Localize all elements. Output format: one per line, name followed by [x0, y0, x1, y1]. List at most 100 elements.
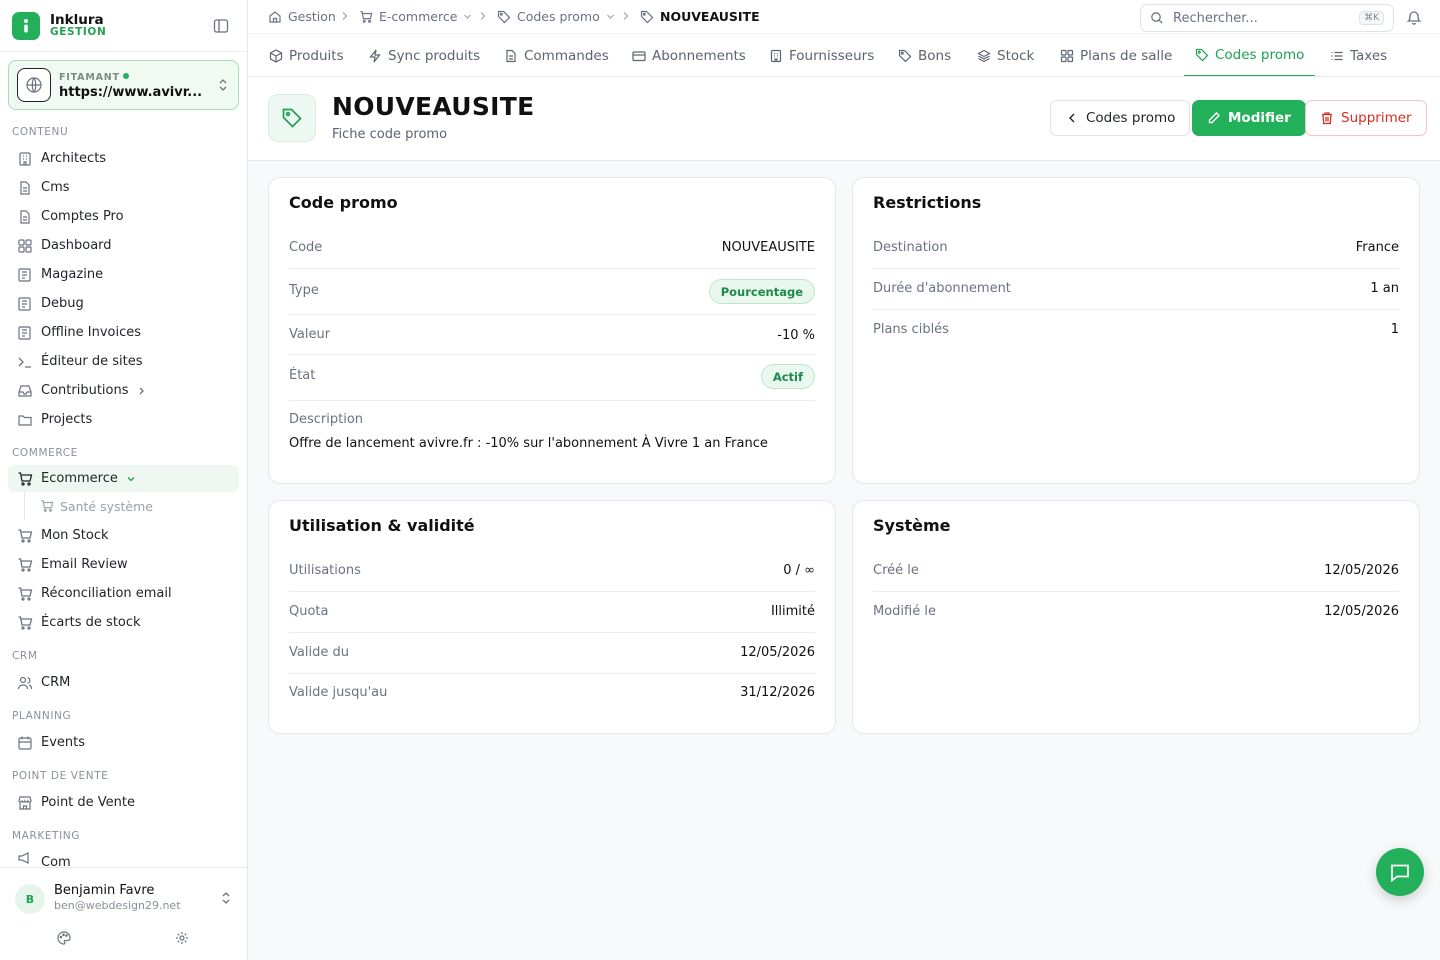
tab-fournisseurs[interactable]: Fournisseurs	[769, 34, 874, 76]
home-icon	[269, 10, 281, 23]
tab-stock[interactable]: Stock	[977, 34, 1034, 76]
tag-icon	[640, 10, 654, 23]
module-tabs: Produits Sync produits Commandes Abonnem…	[248, 34, 1440, 77]
chevrons-updown-icon	[222, 892, 230, 904]
sidebar-item-cms[interactable]: Cms	[8, 174, 239, 201]
sidebar-item-ecommerce[interactable]: Ecommerce	[8, 465, 239, 492]
sidebar-item-pdv[interactable]: Point de Vente	[8, 789, 239, 816]
field-uses: Utilisations 0 / ∞	[289, 551, 815, 592]
sidebar-item-label: Mon Stock	[41, 528, 109, 543]
sidebar-item-architects[interactable]: Architects	[8, 145, 239, 172]
tab-sync-produits[interactable]: Sync produits	[368, 34, 480, 76]
bell-icon[interactable]	[1406, 9, 1422, 25]
tag-icon	[497, 10, 511, 23]
sidebar-item-events[interactable]: Events	[8, 729, 239, 756]
sidebar-item-projects[interactable]: Projects	[8, 406, 239, 433]
field-label: État	[289, 368, 316, 383]
chat-button[interactable]	[1376, 848, 1424, 896]
palette-icon[interactable]	[57, 931, 71, 945]
field-value: 12/05/2026	[1324, 604, 1399, 619]
field-valid-from: Valide du 12/05/2026	[289, 633, 815, 674]
brand-logo	[12, 11, 40, 40]
field-value: France	[1355, 240, 1399, 255]
back-button[interactable]: Codes promo	[1050, 100, 1191, 136]
building-icon	[19, 151, 31, 166]
tab-abonnements[interactable]: Abonnements	[632, 34, 746, 76]
field-label: Code	[289, 240, 323, 255]
field-created: Créé le 12/05/2026	[873, 551, 1399, 592]
sidebar-item-label: Magazine	[41, 267, 104, 282]
sidebar-item-ecarts[interactable]: Écarts de stock	[8, 609, 239, 636]
tab-bons[interactable]: Bons	[898, 34, 951, 76]
inbox-icon	[18, 384, 32, 397]
tab-taxes[interactable]: Taxes	[1330, 34, 1387, 76]
megaphone-icon	[18, 852, 29, 864]
user-menu[interactable]: B Benjamin Favre ben@webdesign29.net	[0, 867, 247, 960]
sidebar-item-magazine[interactable]: Magazine	[8, 261, 239, 288]
edit-button[interactable]: Modifier	[1192, 100, 1306, 136]
sidebar-item-sante[interactable]: Santé système	[40, 494, 153, 518]
brand-sub: GESTION	[50, 26, 107, 39]
tab-codes-promo[interactable]: Codes promo	[1184, 34, 1316, 76]
tab-commandes[interactable]: Commandes	[504, 34, 609, 76]
delete-button[interactable]: Supprimer	[1305, 100, 1427, 136]
layers-icon	[977, 49, 991, 62]
sidebar-item-comptes-pro[interactable]: Comptes Pro	[8, 203, 239, 230]
site-switcher[interactable]: FITAMANT https://www.avivr...	[8, 60, 239, 110]
tab-plans-de-salle[interactable]: Plans de salle	[1060, 34, 1172, 76]
calendar-icon	[18, 736, 32, 750]
cart-icon	[41, 500, 54, 512]
trash-icon	[1322, 112, 1332, 125]
search-shortcut: ⌘K	[1359, 11, 1384, 25]
sidebar-item-dashboard[interactable]: Dashboard	[8, 232, 239, 259]
file-icon	[20, 209, 30, 224]
terminal-icon	[18, 357, 31, 368]
field-valid-to: Valide jusqu'au 31/12/2026	[289, 673, 815, 714]
sidebar-item-mon-stock[interactable]: Mon Stock	[8, 522, 239, 549]
sidebar-item-editeur[interactable]: Éditeur de sites	[8, 348, 239, 375]
field-label: Quota	[289, 604, 329, 619]
gear-icon[interactable]	[175, 931, 189, 945]
breadcrumb-gestion[interactable]: Gestion	[268, 9, 336, 24]
file-icon	[506, 49, 516, 62]
chevron-right-icon	[623, 12, 629, 20]
cart-icon	[18, 528, 33, 543]
sidebar-item-contributions[interactable]: Contributions	[8, 377, 239, 404]
message-icon	[1391, 864, 1409, 883]
brand: Inklura GESTION	[0, 0, 247, 52]
sidebar-item-offline-invoices[interactable]: Offline Invoices	[8, 319, 239, 346]
breadcrumb-current: NOUVEAUSITE	[640, 9, 760, 24]
card-title: Code promo	[289, 193, 398, 212]
sidebar-item-label: Réconciliation email	[41, 586, 172, 601]
card-title: Utilisation & validité	[289, 516, 475, 535]
box-icon	[269, 48, 283, 63]
sidebar-item-reconciliation[interactable]: Réconciliation email	[8, 580, 239, 607]
sidebar-item-com[interactable]: Com	[8, 849, 239, 867]
cart-icon	[18, 615, 33, 630]
sidebar-item-label: Ecommerce	[41, 471, 118, 486]
chevron-down-icon	[606, 14, 614, 19]
field-label: Type	[289, 283, 319, 298]
restrictions-card: Restrictions Destination France Durée d'…	[852, 177, 1420, 484]
breadcrumb-ecommerce[interactable]: E-commerce	[359, 9, 472, 24]
field-type: Type Pourcentage	[289, 269, 815, 315]
card-title: Restrictions	[873, 193, 982, 212]
tag-icon	[898, 49, 912, 62]
search-input[interactable]: Rechercher... ⌘K	[1140, 4, 1394, 32]
sidebar-item-crm[interactable]: CRM	[8, 669, 239, 696]
newspaper-icon	[18, 296, 31, 311]
page-title: NOUVEAUSITE	[332, 92, 535, 121]
field-label: Créé le	[873, 563, 919, 578]
type-badge: Pourcentage	[708, 279, 815, 304]
field-plans: Plans ciblés 1	[873, 310, 1399, 351]
breadcrumb-codes-promo[interactable]: Codes promo	[497, 9, 615, 24]
status-badge: Actif	[760, 364, 815, 389]
section-pdv: POINT DE VENTE	[12, 770, 109, 782]
folder-icon	[18, 414, 32, 426]
chevron-right-icon	[342, 12, 348, 20]
sidebar-item-debug[interactable]: Debug	[8, 290, 239, 317]
sidebar-item-email-review[interactable]: Email Review	[8, 551, 239, 578]
tab-produits[interactable]: Produits	[269, 34, 344, 76]
sidebar-toggle-icon[interactable]	[213, 18, 229, 34]
chevron-down-icon	[127, 476, 135, 481]
